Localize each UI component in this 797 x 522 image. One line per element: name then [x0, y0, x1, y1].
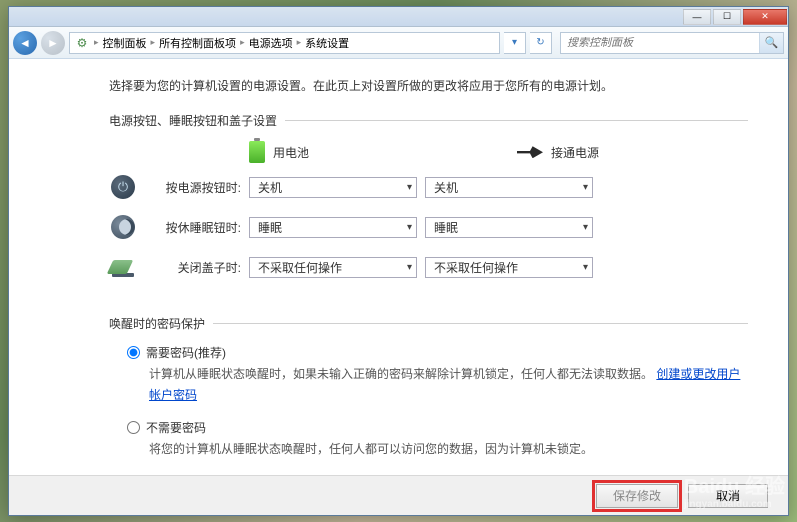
control-panel-icon: ⚙	[74, 35, 90, 51]
chevron-right-icon: ▸	[151, 37, 156, 48]
cancel-button[interactable]: 取消	[688, 484, 768, 508]
content-area: 选择要为您的计算机设置的电源设置。在此页上对设置所做的更改将应用于您所有的电源计…	[9, 59, 788, 475]
navbar: ◄ ► ⚙ ▸ 控制面板 ▸ 所有控制面板项 ▸ 电源选项 ▸ 系统设置 ▾ ↻…	[9, 27, 788, 59]
row-label: 按休睡眠钮时:	[145, 219, 241, 236]
power-icon: ⏻	[111, 175, 135, 199]
require-password-desc: 计算机从睡眠状态唤醒时，如果未输入正确的密码来解除计算机锁定，任何人都无法读取数…	[127, 364, 748, 405]
password-protect-group: 唤醒时的密码保护 需要密码(推荐) 计算机从睡眠状态唤醒时，如果未输入正确的密码…	[109, 315, 748, 475]
require-password-radio[interactable]: 需要密码(推荐)	[127, 344, 748, 361]
minimize-button[interactable]: —	[683, 9, 711, 25]
breadcrumb[interactable]: 电源选项	[249, 35, 293, 51]
intro-text: 选择要为您的计算机设置的电源设置。在此页上对设置所做的更改将应用于您所有的电源计…	[109, 77, 748, 96]
search-button[interactable]: 🔍	[759, 33, 783, 53]
password-protect-legend: 唤醒时的密码保护	[109, 315, 213, 332]
titlebar: — ☐ ✕	[9, 7, 788, 27]
button-settings-legend: 电源按钮、睡眠按钮和盖子设置	[109, 112, 285, 129]
lid-close-battery-combo[interactable]: 不采取任何操作	[249, 257, 417, 278]
sleep-button-battery-combo[interactable]: 睡眠	[249, 217, 417, 238]
power-button-plugged-combo[interactable]: 关机	[425, 177, 593, 198]
sleep-icon	[111, 215, 135, 239]
search-input[interactable]	[561, 37, 759, 49]
chevron-right-icon: ▸	[94, 37, 99, 48]
chevron-right-icon: ▸	[240, 37, 245, 48]
no-password-desc: 将您的计算机从睡眠状态唤醒时，任何人都可以访问您的数据，因为计算机未锁定。	[127, 439, 748, 459]
chevron-right-icon: ▸	[297, 37, 302, 48]
refresh-button[interactable]: ↻	[530, 32, 552, 54]
address-dropdown-button[interactable]: ▾	[504, 32, 526, 54]
lid-icon	[110, 257, 136, 277]
plug-icon	[517, 146, 543, 158]
column-battery: 用电池	[249, 141, 417, 163]
row-label: 关闭盖子时:	[145, 259, 241, 276]
maximize-button[interactable]: ☐	[713, 9, 741, 25]
breadcrumb[interactable]: 所有控制面板项	[159, 35, 236, 51]
address-bar[interactable]: ⚙ ▸ 控制面板 ▸ 所有控制面板项 ▸ 电源选项 ▸ 系统设置	[69, 32, 500, 54]
no-password-radio[interactable]: 不需要密码	[127, 419, 748, 436]
close-button[interactable]: ✕	[743, 9, 787, 25]
back-button[interactable]: ◄	[13, 31, 37, 55]
column-plugged: 接通电源	[517, 141, 685, 163]
breadcrumb[interactable]: 系统设置	[305, 35, 349, 51]
battery-icon	[249, 141, 265, 163]
breadcrumb[interactable]: 控制面板	[103, 35, 147, 51]
forward-button: ►	[41, 31, 65, 55]
button-settings-group: 电源按钮、睡眠按钮和盖子设置 用电池 接通电源 ⏻ 按电源按钮时: 关机 关机	[109, 112, 748, 301]
row-label: 按电源按钮时:	[145, 179, 241, 196]
sleep-button-plugged-combo[interactable]: 睡眠	[425, 217, 593, 238]
power-button-battery-combo[interactable]: 关机	[249, 177, 417, 198]
lid-close-plugged-combo[interactable]: 不采取任何操作	[425, 257, 593, 278]
footer: 保存修改 取消	[9, 475, 788, 515]
save-button[interactable]: 保存修改	[596, 484, 678, 508]
search-box[interactable]: 🔍	[560, 32, 784, 54]
